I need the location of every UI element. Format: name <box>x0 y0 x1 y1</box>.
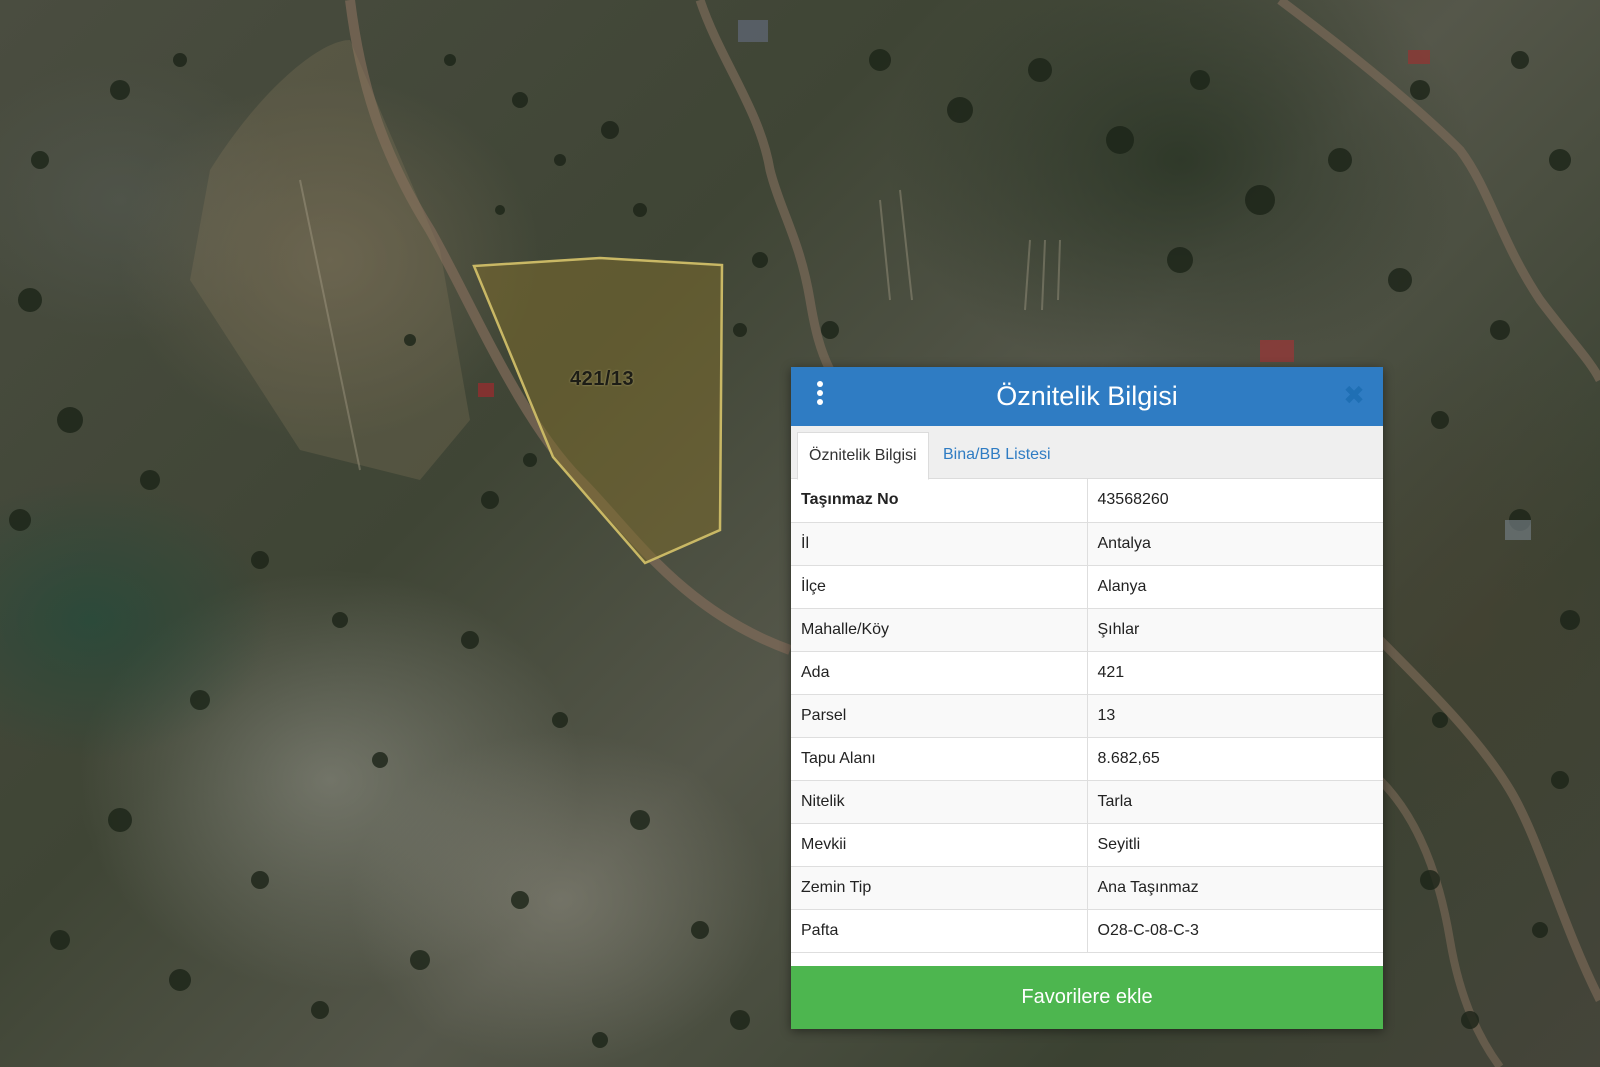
table-row: İl Antalya <box>791 522 1383 566</box>
table-row: Mahalle/Köy Şıhlar <box>791 608 1383 652</box>
table-row: Mevkii Seyitli <box>791 823 1383 867</box>
panel-title: Öznitelik Bilgisi <box>996 381 1178 411</box>
attribute-info-panel: Öznitelik Bilgisi ✖ Öznitelik Bilgisi Bi… <box>791 367 1383 1029</box>
row-value: 13 <box>1087 694 1383 738</box>
row-value: 43568260 <box>1087 479 1383 523</box>
row-key: Ada <box>791 651 1088 695</box>
row-value: Tarla <box>1087 780 1383 824</box>
row-key: İlçe <box>791 565 1088 609</box>
table-row: İlçe Alanya <box>791 565 1383 609</box>
row-key: Pafta <box>791 909 1088 953</box>
close-icon[interactable]: ✖ <box>1341 381 1367 409</box>
add-to-favorites-button[interactable]: Favorilere ekle <box>791 966 1383 1029</box>
row-key: Mevkii <box>791 823 1088 867</box>
row-value: Alanya <box>1087 565 1383 609</box>
table-row: Tapu Alanı 8.682,65 <box>791 737 1383 781</box>
table-row: Zemin Tip Ana Taşınmaz <box>791 866 1383 910</box>
table-row: Nitelik Tarla <box>791 780 1383 824</box>
row-key: Nitelik <box>791 780 1088 824</box>
table-row: Ada 421 <box>791 651 1383 695</box>
table-row: Parsel 13 <box>791 694 1383 738</box>
row-key: Zemin Tip <box>791 866 1088 910</box>
tab-building-list[interactable]: Bina/BB Listesi <box>932 432 1062 478</box>
panel-header: Öznitelik Bilgisi ✖ <box>791 367 1383 426</box>
attribute-table: Taşınmaz No 43568260 İl Antalya İlçe Ala… <box>791 479 1383 953</box>
row-value: 8.682,65 <box>1087 737 1383 781</box>
parcel-label: 421/13 <box>570 368 635 390</box>
row-key: Taşınmaz No <box>791 479 1088 523</box>
table-row: Pafta O28-C-08-C-3 <box>791 909 1383 953</box>
row-key: Parsel <box>791 694 1088 738</box>
row-key: Mahalle/Köy <box>791 608 1088 652</box>
row-key: Tapu Alanı <box>791 737 1088 781</box>
row-value: Antalya <box>1087 522 1383 566</box>
row-value: Ana Taşınmaz <box>1087 866 1383 910</box>
panel-tabs: Öznitelik Bilgisi Bina/BB Listesi <box>791 426 1383 480</box>
table-row: Taşınmaz No 43568260 <box>791 479 1383 523</box>
row-value: O28-C-08-C-3 <box>1087 909 1383 953</box>
row-key: İl <box>791 522 1088 566</box>
parcel-polygon[interactable] <box>472 256 724 565</box>
row-value: Seyitli <box>1087 823 1383 867</box>
row-value: 421 <box>1087 651 1383 695</box>
row-value: Şıhlar <box>1087 608 1383 652</box>
tab-attribute-info[interactable]: Öznitelik Bilgisi <box>797 432 929 480</box>
